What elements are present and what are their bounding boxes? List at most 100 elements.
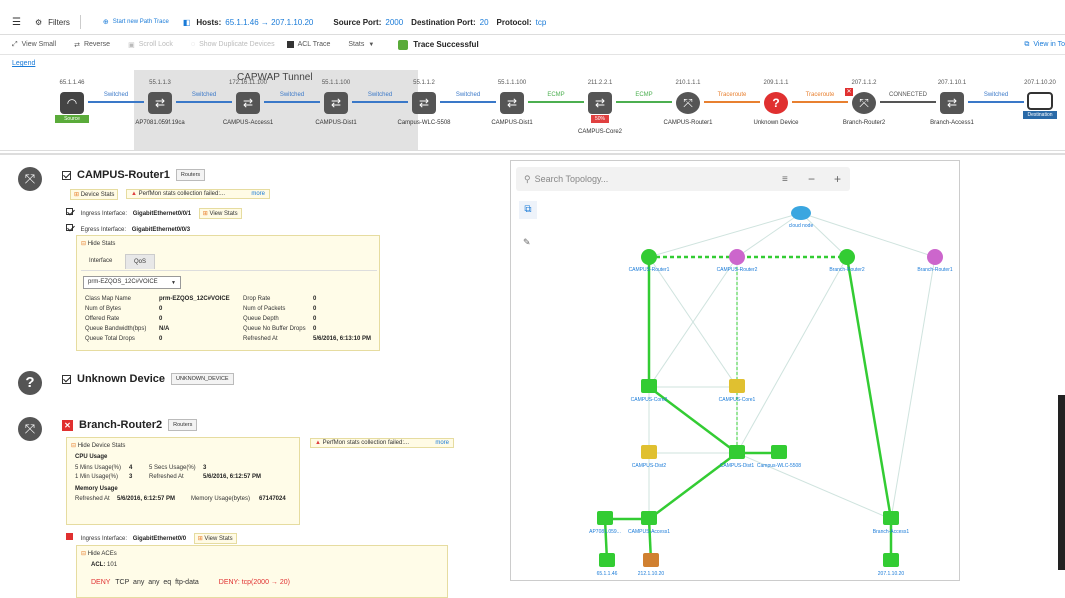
reverse-button[interactable]: Reverse xyxy=(84,41,110,48)
path-link-label: Traceroute xyxy=(805,92,835,98)
switch-node-icon[interactable] xyxy=(729,445,745,459)
topology-node-label: Branch-Router1 xyxy=(917,267,953,273)
acl-trace-checkbox[interactable] xyxy=(286,41,294,48)
switch-node-icon[interactable] xyxy=(641,445,657,459)
stat-label: 5 Secs Usage(%) xyxy=(149,465,196,471)
reverse-icon[interactable]: ⇄ xyxy=(74,41,80,49)
router1-checkbox[interactable] xyxy=(62,170,71,180)
device-icon[interactable]: ⇄ xyxy=(236,92,260,114)
device-icon[interactable]: ⤧ xyxy=(676,92,700,114)
filters-label[interactable]: Filters xyxy=(48,18,70,27)
cloud-icon[interactable] xyxy=(791,206,811,220)
hosts-icon: ◧ xyxy=(182,17,191,27)
device-icon[interactable]: ⇄ xyxy=(588,92,612,114)
device-icon[interactable]: ⇄ xyxy=(148,92,172,114)
legend-link[interactable]: Legend xyxy=(12,60,35,67)
ace-deny-label: DENY xyxy=(91,579,111,586)
device-icon[interactable]: ⇄ xyxy=(940,92,964,114)
switch-node-icon[interactable] xyxy=(883,553,899,567)
view-in-topology-link[interactable]: View in To xyxy=(1033,41,1065,48)
unknown-checkbox[interactable] xyxy=(62,374,71,384)
router1-view-stats-button[interactable]: ⊞ View Stats xyxy=(198,208,242,219)
tab-interface[interactable]: Interface xyxy=(89,258,112,264)
hide-aces-button[interactable]: Hide ACEs xyxy=(88,551,117,557)
topology-edge xyxy=(736,256,848,454)
stats-dropdown[interactable]: Stats xyxy=(348,41,364,48)
device-icon[interactable]: ? xyxy=(764,92,788,114)
protocol-value[interactable]: tcp xyxy=(536,18,547,27)
router1-device-stats-button[interactable]: ⊞ Device Stats xyxy=(70,189,119,200)
path-node-ip: 55.1.1.3 xyxy=(149,80,171,86)
path-node[interactable]: 209.1.1.1? Unknown Device xyxy=(736,80,816,126)
scroll-lock-icon[interactable]: ▣ xyxy=(128,41,135,49)
switch-node-icon[interactable] xyxy=(641,379,657,393)
topology-graph[interactable]: cloud node CAMPUS-Router1 CAMPUS-Router2 Br… xyxy=(511,161,961,582)
hosts-value[interactable]: 65.1.1.46 → 207.1.10.20 xyxy=(225,18,313,27)
acl-trace-label[interactable]: ACL Trace xyxy=(298,41,331,48)
device-icon[interactable] xyxy=(1027,92,1053,110)
switch-node-icon[interactable] xyxy=(597,511,613,525)
hide-stats-button[interactable]: Hide Stats xyxy=(88,241,116,247)
path-node[interactable]: 55.1.1.100 ⇄ CAMPUS-Dist1 xyxy=(296,80,376,126)
switch-node-icon[interactable] xyxy=(641,511,657,525)
path-node[interactable]: 210.1.1.1 ⤧ CAMPUS-Router1 xyxy=(648,80,728,126)
switch-node-icon[interactable] xyxy=(643,553,659,567)
path-node[interactable]: 207.1.1.2 ⤧ Branch-Router2 xyxy=(824,80,904,126)
device-icon[interactable]: ⤧ xyxy=(852,92,876,114)
path-node[interactable]: 207.1.10.1 ⇄ Branch-Access1 xyxy=(912,80,992,126)
router-node-icon[interactable] xyxy=(641,249,657,265)
router2-title[interactable]: Branch-Router2 xyxy=(79,419,162,431)
router2-view-stats-button[interactable]: ⊞ View Stats xyxy=(193,533,237,544)
scrollbar[interactable] xyxy=(1058,395,1065,570)
unknown-title[interactable]: Unknown Device xyxy=(77,373,165,385)
trace-success-icon xyxy=(398,39,409,50)
view-in-topology-icon[interactable]: ⧉ xyxy=(1024,41,1029,49)
router1-more-link[interactable]: more xyxy=(251,191,265,197)
switch-node-icon[interactable] xyxy=(599,553,615,567)
switch-node-icon[interactable] xyxy=(729,379,745,393)
router2-more-link[interactable]: more xyxy=(435,440,449,446)
chevron-down-icon[interactable]: ▼ xyxy=(368,42,374,48)
source-port-value[interactable]: 2000 xyxy=(385,18,403,27)
path-node[interactable]: 55.1.1.3 ⇄ AP7081.059f.19ca xyxy=(120,80,200,126)
view-small-button[interactable]: View Small xyxy=(22,41,57,48)
device-icon[interactable]: ⇄ xyxy=(324,92,348,114)
egress-value: GigabitEthernet0/0/3 xyxy=(131,227,191,233)
minus-icon[interactable]: ⊟ xyxy=(81,551,86,557)
minus-icon[interactable]: ⊟ xyxy=(71,443,76,449)
router-node-icon[interactable] xyxy=(729,249,745,265)
device-icon[interactable]: ◠ xyxy=(60,92,84,114)
filter-icon[interactable]: ⚙ xyxy=(35,18,42,27)
path-link: Switched xyxy=(968,92,1024,103)
tab-qos[interactable]: QoS xyxy=(125,254,156,269)
router1-view-stats-label: View Stats xyxy=(209,211,238,217)
view-small-icon[interactable]: ⤢ xyxy=(12,41,18,49)
path-node[interactable]: 172.16.11.100 ⇄ CAMPUS-Access1 xyxy=(208,80,288,126)
scroll-lock-button[interactable]: Scroll Lock xyxy=(139,41,173,48)
menu-icon[interactable]: ☰ xyxy=(12,17,21,28)
router2-ingress-row: Ingress Interface: GigabitEthernet0/0 ⊞ … xyxy=(66,533,237,544)
error-x-icon: ✕ xyxy=(845,88,853,96)
router-node-icon[interactable] xyxy=(927,249,943,265)
path-node[interactable]: 211.2.2.1 ⇄ 50% CAMPUS-Core2 xyxy=(560,80,640,135)
show-duplicate-icon[interactable]: ◌ xyxy=(191,41,195,48)
ingress-checkbox[interactable] xyxy=(66,208,73,215)
start-new-trace-icon[interactable]: ⊕ xyxy=(103,18,109,26)
switch-node-icon[interactable] xyxy=(883,511,899,525)
switch-node-icon[interactable] xyxy=(771,445,787,459)
ace-rule: TCP any any eq ftp-data xyxy=(115,579,199,586)
path-node[interactable]: 55.1.1.100 ⇄ CAMPUS-Dist1 xyxy=(472,80,552,126)
start-new-trace-link[interactable]: Start new Path Trace xyxy=(113,19,169,25)
egress-checkbox[interactable] xyxy=(66,224,73,231)
minus-icon[interactable]: ⊟ xyxy=(81,241,86,247)
path-node[interactable]: 55.1.1.2 ⇄ Campus-WLC-5508 xyxy=(384,80,464,126)
hide-device-stats-button[interactable]: Hide Device Stats xyxy=(78,443,126,449)
router-node-icon[interactable] xyxy=(839,249,855,265)
device-icon[interactable]: ⇄ xyxy=(412,92,436,114)
device-icon[interactable]: ⇄ xyxy=(500,92,524,114)
plus-icon: ⊞ xyxy=(202,211,208,217)
router1-title[interactable]: CAMPUS-Router1 xyxy=(77,169,170,181)
show-duplicate-button[interactable]: Show Duplicate Devices xyxy=(199,41,274,48)
class-map-select[interactable]: prm-EZQOS_12C#VOICE ▼ xyxy=(83,276,181,289)
destination-port-value[interactable]: 20 xyxy=(480,18,489,27)
